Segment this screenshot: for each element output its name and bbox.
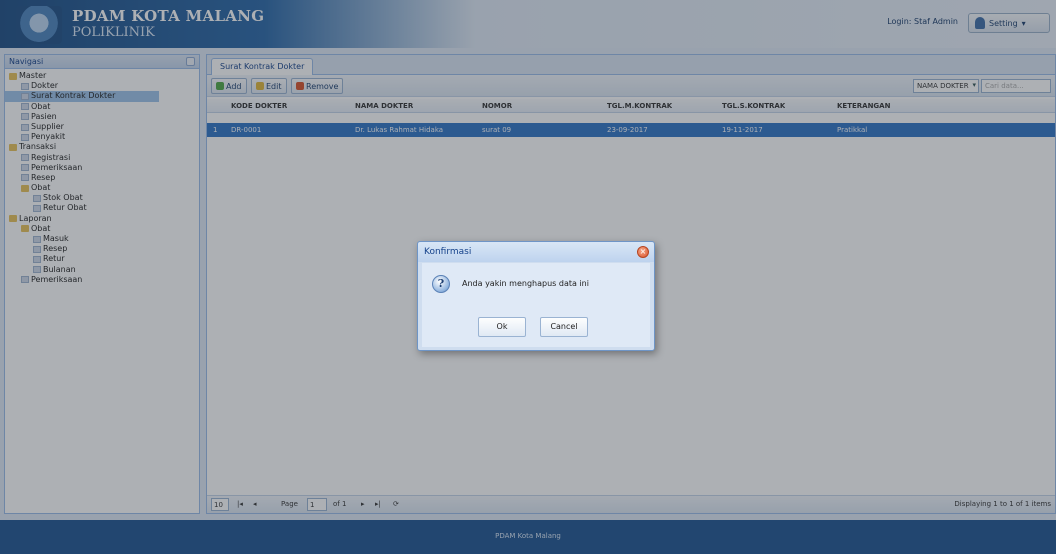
- dialog-body: ? Anda yakin menghapus data ini Ok Cance…: [422, 263, 650, 347]
- confirm-dialog: Konfirmasi × ? Anda yakin menghapus data…: [417, 241, 655, 351]
- app-window: PDAM KOTA MALANG POLIKLINIK Login: Staf …: [0, 0, 1056, 554]
- dialog-header: Konfirmasi ×: [418, 242, 654, 262]
- dialog-title: Konfirmasi: [424, 247, 472, 257]
- cancel-button[interactable]: Cancel: [540, 317, 588, 337]
- ok-button[interactable]: Ok: [478, 317, 526, 337]
- dialog-message: Anda yakin menghapus data ini: [462, 279, 589, 288]
- question-icon: ?: [432, 275, 450, 293]
- close-icon[interactable]: ×: [637, 246, 649, 258]
